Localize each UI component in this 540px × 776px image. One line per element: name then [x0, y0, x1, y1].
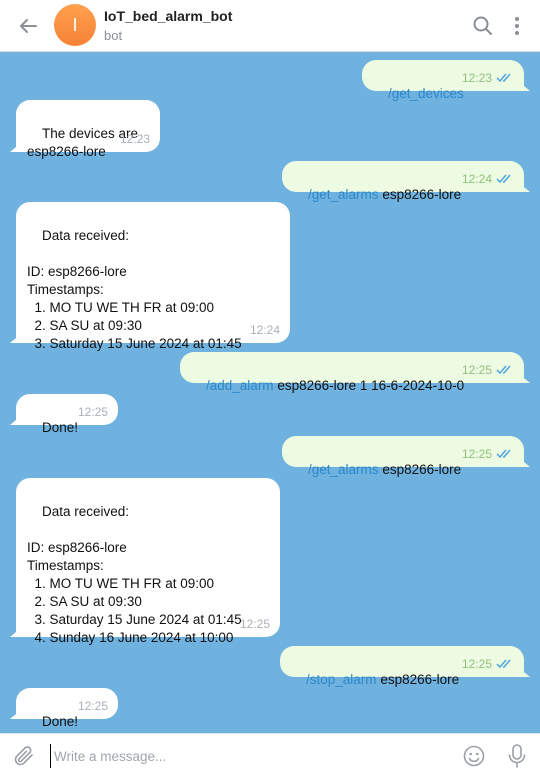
double-check-icon [496, 449, 511, 459]
double-check-icon [496, 174, 511, 184]
message-outgoing[interactable]: /stop_alarm esp8266-lore 12:25 [280, 646, 524, 687]
message-incoming[interactable]: Data received: ID: esp8266-lore Timestam… [16, 202, 290, 351]
emoji-icon[interactable] [462, 744, 486, 768]
message-list[interactable]: /get_devices 12:23 The devices are esp82… [0, 52, 540, 733]
message-text: Done! [42, 714, 79, 729]
chat-header: I IoT_bed_alarm_bot bot [0, 0, 540, 52]
avatar[interactable]: I [54, 4, 96, 46]
message-time: 12:25 [239, 617, 270, 631]
message-time: 12:25 [77, 405, 108, 419]
message-outgoing[interactable]: /get_devices 12:23 [362, 60, 524, 101]
message-text: esp8266-lore 1 16-6-2024-10-0 [273, 378, 465, 393]
command-link[interactable]: /add_alarm [206, 378, 274, 393]
message-time: 12:25 [461, 363, 492, 377]
message-time: 12:24 [249, 323, 280, 337]
message-time: 12:25 [77, 699, 108, 713]
avatar-letter: I [72, 14, 78, 35]
double-check-icon [496, 659, 511, 669]
chat-subtitle: bot [104, 28, 123, 43]
message-outgoing[interactable]: /get_alarms esp8266-lore 12:25 [282, 436, 524, 477]
message-text: esp8266-lore [376, 672, 460, 687]
message-incoming[interactable]: The devices are esp8266-lore 12:23 [16, 100, 160, 159]
message-input[interactable] [50, 744, 446, 768]
command-link[interactable]: /get_alarms [308, 187, 379, 202]
double-check-icon [496, 73, 511, 83]
message-incoming[interactable]: Data received: ID: esp8266-lore Timestam… [16, 478, 280, 645]
message-outgoing[interactable]: /get_alarms esp8266-lore 12:24 [282, 161, 524, 202]
message-incoming[interactable]: Done! 12:25 [16, 394, 118, 435]
message-composer [0, 733, 540, 776]
message-time: 12:23 [461, 71, 492, 85]
command-link[interactable]: /get_alarms [308, 462, 379, 477]
message-time: 12:25 [461, 657, 492, 671]
chat-title[interactable]: IoT_bed_alarm_bot [104, 8, 232, 24]
back-arrow-icon[interactable] [14, 12, 42, 40]
microphone-icon[interactable] [506, 743, 528, 769]
command-link[interactable]: /get_devices [388, 86, 464, 101]
message-text: esp8266-lore [378, 462, 462, 477]
message-time: 12:24 [461, 172, 492, 186]
message-text: Data received: ID: esp8266-lore Timestam… [27, 228, 242, 351]
paperclip-icon[interactable] [12, 744, 36, 768]
message-time: 12:25 [461, 447, 492, 461]
message-text: Done! [42, 420, 79, 435]
command-link[interactable]: /stop_alarm [306, 672, 377, 687]
message-time: 12:23 [119, 132, 150, 146]
message-incoming[interactable]: Done! 12:25 [16, 688, 118, 729]
message-text: Data received: ID: esp8266-lore Timestam… [27, 504, 242, 645]
search-icon[interactable] [471, 14, 495, 38]
double-check-icon [496, 365, 511, 375]
message-outgoing[interactable]: /add_alarm esp8266-lore 1 16-6-2024-10-0… [180, 352, 524, 393]
more-vert-icon[interactable] [508, 14, 526, 38]
message-text: esp8266-lore [378, 187, 462, 202]
